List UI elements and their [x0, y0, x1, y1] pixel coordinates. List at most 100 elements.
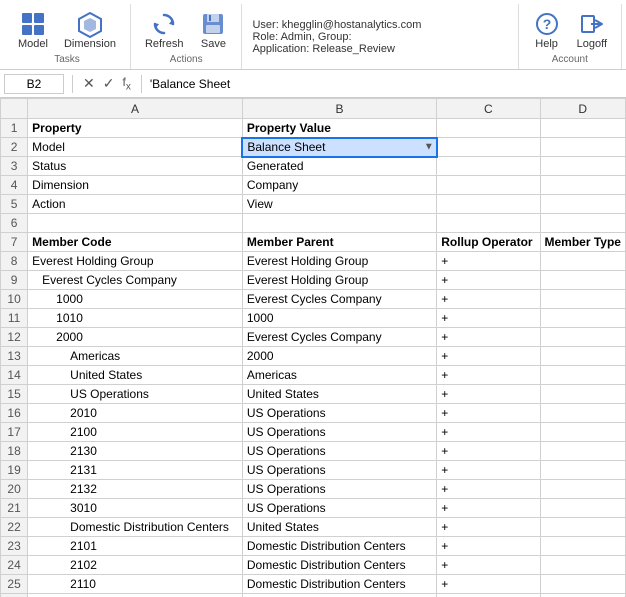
formula-input[interactable] [146, 75, 622, 93]
row-number-3[interactable]: 3 [1, 157, 28, 176]
cell-25-b[interactable]: Domestic Distribution Centers [242, 575, 436, 594]
row-number-7[interactable]: 7 [1, 233, 28, 252]
cell-20-d[interactable] [540, 480, 626, 499]
cell-3-a[interactable]: Status [28, 157, 243, 176]
cell-24-a[interactable]: 2102 [28, 556, 243, 575]
cell-22-b[interactable]: United States [242, 518, 436, 537]
cell-12-d[interactable] [540, 328, 626, 347]
row-number-22[interactable]: 22 [1, 518, 28, 537]
row-number-18[interactable]: 18 [1, 442, 28, 461]
cell-12-c[interactable]: + [437, 328, 540, 347]
cell-7-c[interactable]: Rollup Operator [437, 233, 540, 252]
save-button[interactable]: Save [193, 8, 233, 52]
col-header-b[interactable]: B [242, 99, 436, 119]
cell-5-d[interactable] [540, 195, 626, 214]
row-number-2[interactable]: 2 [1, 138, 28, 157]
cell-26-a[interactable]: 2111 [28, 594, 243, 597]
cell-3-d[interactable] [540, 157, 626, 176]
row-number-19[interactable]: 19 [1, 461, 28, 480]
cell-6-d[interactable] [540, 214, 626, 233]
cell-24-c[interactable]: + [437, 556, 540, 575]
cell-6-a[interactable] [28, 214, 243, 233]
row-number-14[interactable]: 14 [1, 366, 28, 385]
cell-17-b[interactable]: US Operations [242, 423, 436, 442]
cell-reference-input[interactable] [4, 74, 64, 94]
cell-26-b[interactable]: Domestic Distribution Centers [242, 594, 436, 597]
row-number-24[interactable]: 24 [1, 556, 28, 575]
cell-7-b[interactable]: Member Parent [242, 233, 436, 252]
row-number-17[interactable]: 17 [1, 423, 28, 442]
row-number-26[interactable]: 26 [1, 594, 28, 597]
cell-3-b[interactable]: Generated [242, 157, 436, 176]
row-number-13[interactable]: 13 [1, 347, 28, 366]
cell-10-a[interactable]: 1000 [28, 290, 243, 309]
cell-1-d[interactable] [540, 119, 626, 138]
model-button[interactable]: Model [12, 8, 54, 52]
cell-9-c[interactable]: + [437, 271, 540, 290]
cell-21-b[interactable]: US Operations [242, 499, 436, 518]
row-number-12[interactable]: 12 [1, 328, 28, 347]
row-number-10[interactable]: 10 [1, 290, 28, 309]
cell-19-b[interactable]: US Operations [242, 461, 436, 480]
cell-9-a[interactable]: Everest Cycles Company [28, 271, 243, 290]
cell-24-d[interactable] [540, 556, 626, 575]
cell-8-c[interactable]: + [437, 252, 540, 271]
cell-13-c[interactable]: + [437, 347, 540, 366]
cell-10-c[interactable]: + [437, 290, 540, 309]
cell-20-c[interactable]: + [437, 480, 540, 499]
cell-18-d[interactable] [540, 442, 626, 461]
cell-7-a[interactable]: Member Code [28, 233, 243, 252]
cell-10-b[interactable]: Everest Cycles Company [242, 290, 436, 309]
cell-23-a[interactable]: 2101 [28, 537, 243, 556]
cell-9-d[interactable] [540, 271, 626, 290]
cell-26-c[interactable]: + [437, 594, 540, 597]
cell-19-a[interactable]: 2131 [28, 461, 243, 480]
cell-17-c[interactable]: + [437, 423, 540, 442]
cell-2-c[interactable] [437, 138, 540, 157]
cell-2-d[interactable] [540, 138, 626, 157]
cell-7-d[interactable]: Member Type [540, 233, 626, 252]
row-number-21[interactable]: 21 [1, 499, 28, 518]
cell-8-a[interactable]: Everest Holding Group [28, 252, 243, 271]
row-number-8[interactable]: 8 [1, 252, 28, 271]
cell-11-d[interactable] [540, 309, 626, 328]
cell-24-b[interactable]: Domestic Distribution Centers [242, 556, 436, 575]
cell-10-d[interactable] [540, 290, 626, 309]
row-number-1[interactable]: 1 [1, 119, 28, 138]
cell-8-b[interactable]: Everest Holding Group [242, 252, 436, 271]
logoff-button[interactable]: Logoff [571, 8, 613, 52]
row-number-6[interactable]: 6 [1, 214, 28, 233]
col-header-a[interactable]: A [28, 99, 243, 119]
cell-25-c[interactable]: + [437, 575, 540, 594]
cell-8-d[interactable] [540, 252, 626, 271]
cell-20-b[interactable]: US Operations [242, 480, 436, 499]
row-number-11[interactable]: 11 [1, 309, 28, 328]
cell-12-a[interactable]: 2000 [28, 328, 243, 347]
cell-1-c[interactable] [437, 119, 540, 138]
cell-5-a[interactable]: Action [28, 195, 243, 214]
cell-23-d[interactable] [540, 537, 626, 556]
cell-14-b[interactable]: Americas [242, 366, 436, 385]
help-button[interactable]: ? Help [527, 8, 567, 52]
cell-4-a[interactable]: Dimension [28, 176, 243, 195]
cell-13-d[interactable] [540, 347, 626, 366]
cell-5-b[interactable]: View [242, 195, 436, 214]
cell-19-c[interactable]: + [437, 461, 540, 480]
insert-function-icon[interactable]: fx [120, 75, 132, 92]
refresh-button[interactable]: Refresh [139, 8, 190, 52]
cell-21-c[interactable]: + [437, 499, 540, 518]
cell-9-b[interactable]: Everest Holding Group [242, 271, 436, 290]
cell-15-d[interactable] [540, 385, 626, 404]
cell-5-c[interactable] [437, 195, 540, 214]
row-number-5[interactable]: 5 [1, 195, 28, 214]
cell-12-b[interactable]: Everest Cycles Company [242, 328, 436, 347]
cell-4-b[interactable]: Company [242, 176, 436, 195]
cell-14-a[interactable]: United States [28, 366, 243, 385]
row-number-23[interactable]: 23 [1, 537, 28, 556]
cell-17-d[interactable] [540, 423, 626, 442]
col-header-d[interactable]: D [540, 99, 626, 119]
cell-15-c[interactable]: + [437, 385, 540, 404]
dropdown-arrow-icon[interactable]: ▼ [424, 142, 434, 153]
cell-14-d[interactable] [540, 366, 626, 385]
cell-6-b[interactable] [242, 214, 436, 233]
